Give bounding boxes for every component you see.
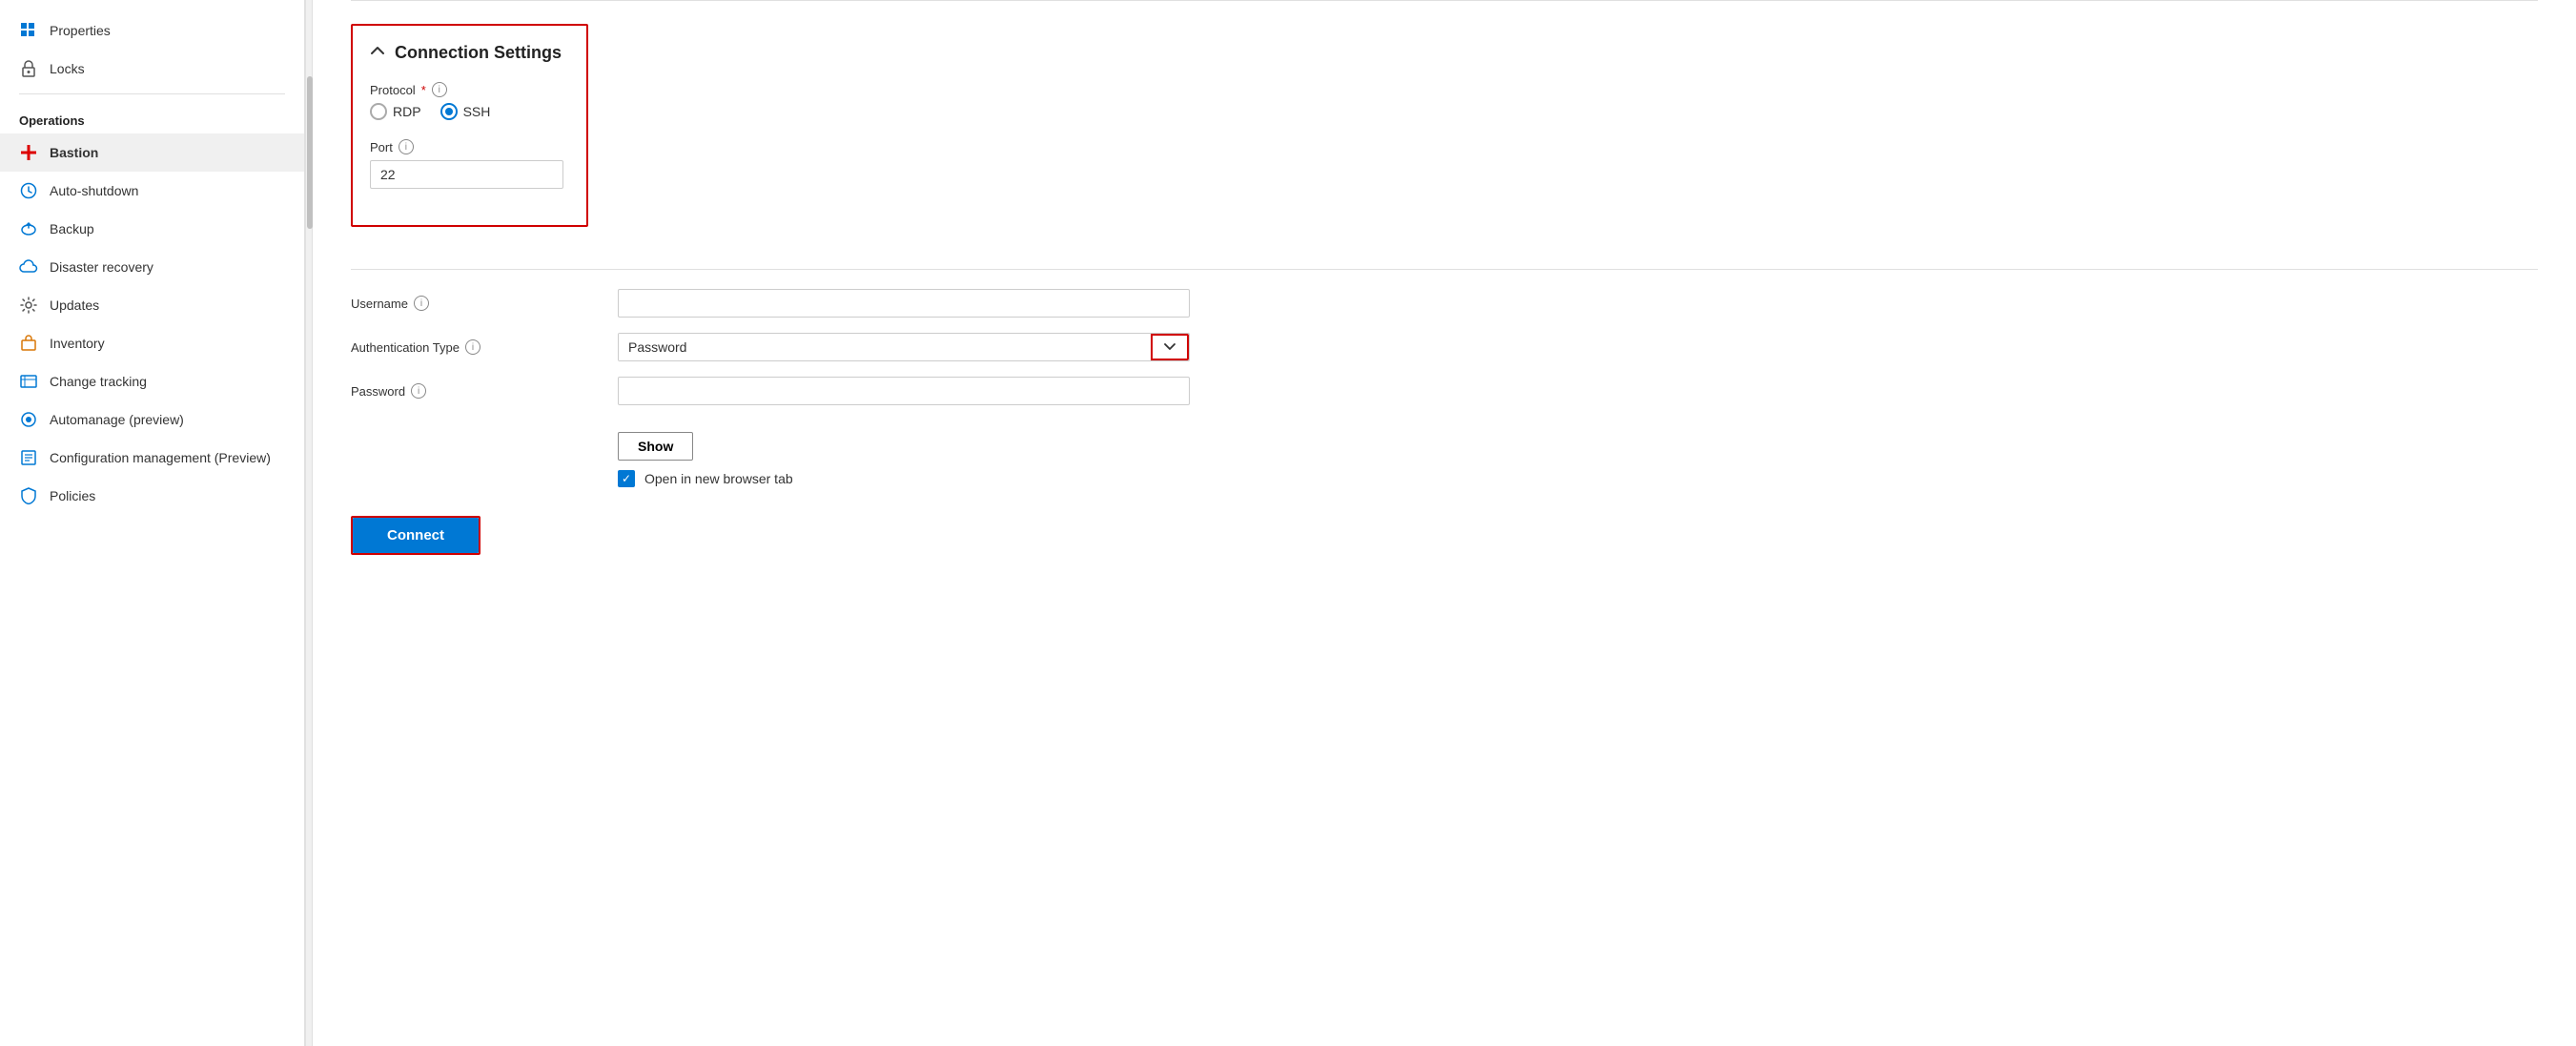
rdp-label: RDP <box>393 104 421 119</box>
username-info-icon[interactable]: i <box>414 296 429 311</box>
sidebar-item-automanage[interactable]: Automanage (preview) <box>0 400 304 439</box>
auth-type-dropdown: Password <box>618 333 1190 361</box>
auth-type-row: Authentication Type i Password <box>351 333 2538 361</box>
port-group: Port i <box>370 139 563 189</box>
auth-type-dropdown-button[interactable] <box>1151 334 1189 360</box>
password-info-icon[interactable]: i <box>411 383 426 399</box>
scrollbar[interactable] <box>305 0 313 1046</box>
auth-type-label-cell: Authentication Type i <box>351 339 618 355</box>
sidebar-item-properties[interactable]: Properties <box>0 11 304 50</box>
username-label: Username <box>351 297 408 311</box>
ssh-radio-option[interactable]: SSH <box>440 103 491 120</box>
connection-settings-title: Connection Settings <box>395 43 562 63</box>
username-row: Username i <box>351 289 2538 318</box>
sidebar-item-configuration-management[interactable]: Configuration management (Preview) <box>0 439 304 477</box>
sidebar-item-label: Backup <box>50 221 94 236</box>
checkmark-icon: ✓ <box>622 473 631 484</box>
auth-type-input-cell: Password <box>618 333 1190 361</box>
username-label-cell: Username i <box>351 296 618 311</box>
section-divider <box>351 269 2538 270</box>
ssh-label: SSH <box>463 104 491 119</box>
top-divider <box>351 0 2538 1</box>
sidebar-item-inventory[interactable]: Inventory <box>0 324 304 362</box>
cloud-disaster-icon <box>19 257 38 277</box>
sidebar-divider-operations <box>19 93 285 94</box>
sidebar-item-locks[interactable]: Locks <box>0 50 304 88</box>
sidebar-item-backup[interactable]: Backup <box>0 210 304 248</box>
port-label: Port i <box>370 139 563 154</box>
show-button-wrapper: Show <box>618 424 2538 461</box>
password-row: Password i <box>351 377 2538 405</box>
sidebar-item-label: Automanage (preview) <box>50 412 184 427</box>
password-input[interactable] <box>618 377 1190 405</box>
sidebar-item-updates[interactable]: Updates <box>0 286 304 324</box>
username-input[interactable] <box>618 289 1190 318</box>
sidebar-item-change-tracking[interactable]: Change tracking <box>0 362 304 400</box>
chevron-up-icon <box>370 43 385 63</box>
auth-type-info-icon[interactable]: i <box>465 339 480 355</box>
connect-button-wrapper: Connect <box>351 516 480 555</box>
sidebar-item-policies[interactable]: Policies <box>0 477 304 515</box>
automanage-icon <box>19 410 38 429</box>
sidebar-item-label: Disaster recovery <box>50 259 153 275</box>
tracking-icon <box>19 372 38 391</box>
rdp-radio-outer <box>370 103 387 120</box>
protocol-group: Protocol * i RDP SSH <box>370 82 563 120</box>
sidebar-item-label: Inventory <box>50 336 105 351</box>
sidebar-item-label: Change tracking <box>50 374 147 389</box>
open-new-tab-checkbox[interactable]: ✓ <box>618 470 635 487</box>
show-button[interactable]: Show <box>618 432 693 461</box>
credentials-form: Username i Authentication Type i Passwor… <box>351 289 2538 420</box>
scrollbar-thumb <box>307 76 313 229</box>
gear-icon <box>19 296 38 315</box>
box-icon <box>19 334 38 353</box>
protocol-radio-group: RDP SSH <box>370 103 563 120</box>
open-new-tab-label: Open in new browser tab <box>644 471 793 486</box>
ssh-radio-outer <box>440 103 458 120</box>
protocol-info-icon[interactable]: i <box>432 82 447 97</box>
open-new-tab-row: ✓ Open in new browser tab <box>618 470 2538 487</box>
connect-button[interactable]: Connect <box>353 518 479 553</box>
cross-icon <box>19 143 38 162</box>
sidebar-item-disaster-recovery[interactable]: Disaster recovery <box>0 248 304 286</box>
sidebar-item-label: Updates <box>50 297 99 313</box>
sidebar-item-label: Bastion <box>50 145 98 160</box>
sidebar-item-label: Locks <box>50 61 85 76</box>
config-icon <box>19 448 38 467</box>
ssh-radio-inner <box>445 108 453 115</box>
protocol-section: Protocol * i RDP SSH <box>370 82 563 189</box>
username-input-cell <box>618 289 1190 318</box>
grid-icon <box>19 21 38 40</box>
main-content: Connection Settings Protocol * i RDP <box>313 0 2576 1046</box>
sidebar-item-label: Configuration management (Preview) <box>50 450 271 465</box>
clock-icon <box>19 181 38 200</box>
connection-settings-section: Connection Settings Protocol * i RDP <box>351 24 588 227</box>
password-label: Password <box>351 384 405 399</box>
sidebar: Properties Locks Operations Bastion <box>0 0 305 1046</box>
password-input-cell <box>618 377 1190 405</box>
sidebar-item-label: Policies <box>50 488 95 503</box>
sidebar-item-label: Properties <box>50 23 111 38</box>
sidebar-item-auto-shutdown[interactable]: Auto-shutdown <box>0 172 304 210</box>
rdp-radio-option[interactable]: RDP <box>370 103 421 120</box>
required-star: * <box>421 83 426 97</box>
sidebar-item-label: Auto-shutdown <box>50 183 138 198</box>
auth-type-value: Password <box>619 334 1151 360</box>
password-label-cell: Password i <box>351 383 618 399</box>
auth-type-label: Authentication Type <box>351 340 460 355</box>
sidebar-item-bastion[interactable]: Bastion <box>0 133 304 172</box>
port-input[interactable] <box>370 160 563 189</box>
backup-icon <box>19 219 38 238</box>
port-info-icon[interactable]: i <box>399 139 414 154</box>
protocol-label: Protocol * i <box>370 82 563 97</box>
connection-settings-header: Connection Settings <box>370 43 563 63</box>
lock-icon <box>19 59 38 78</box>
policy-icon <box>19 486 38 505</box>
sidebar-section-operations: Operations <box>0 100 304 133</box>
